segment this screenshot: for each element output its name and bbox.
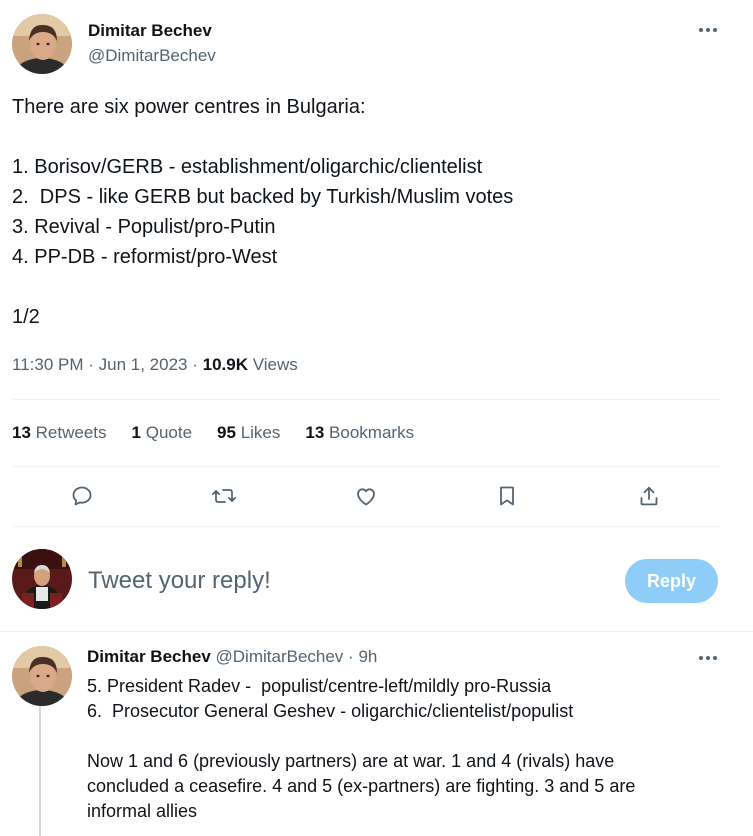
reply-button[interactable] bbox=[62, 476, 102, 516]
reply-separator: · bbox=[348, 647, 354, 666]
reply-icon bbox=[72, 486, 92, 506]
tweet-text-line bbox=[12, 122, 732, 152]
bookmark-button[interactable] bbox=[487, 476, 527, 516]
more-options-button[interactable] bbox=[691, 20, 725, 40]
reply-input[interactable] bbox=[88, 562, 588, 600]
reply-text-line bbox=[87, 724, 727, 749]
like-button[interactable] bbox=[346, 476, 386, 516]
tweet-text-line: 2. DPS - like GERB but backed by Turkish… bbox=[12, 186, 514, 208]
retweet-button[interactable] bbox=[204, 476, 244, 516]
retweets-stat[interactable]: 13 Retweets bbox=[12, 423, 107, 443]
tweet-text-line: There are six power centres in Bulgaria: bbox=[12, 96, 366, 118]
reply-submit-button[interactable]: Reply bbox=[625, 559, 718, 603]
tweet-meta: 11:30 PM · Jun 1, 2023 · 10.9K Views bbox=[12, 355, 298, 374]
tweet-time[interactable]: 11:30 PM bbox=[12, 355, 84, 374]
engagement-stats: 13 Retweets 1 Quote 95 Likes 13 Bookmark… bbox=[12, 423, 414, 443]
tweet-date[interactable]: Jun 1, 2023 bbox=[99, 355, 188, 374]
views-count: 10.9K bbox=[202, 355, 248, 374]
retweet-icon bbox=[211, 489, 237, 503]
more-horizontal-icon bbox=[699, 28, 717, 32]
divider bbox=[12, 526, 720, 527]
reply-text-line: concluded a ceasefire. 4 and 5 (ex-partn… bbox=[87, 776, 636, 796]
like-icon bbox=[357, 488, 375, 506]
divider bbox=[12, 466, 720, 467]
views-label: Views bbox=[252, 355, 298, 374]
reply-text-line: 5. President Radev - populist/centre-lef… bbox=[87, 676, 552, 696]
reply-author-name[interactable]: Dimitar Bechev bbox=[87, 647, 211, 666]
bookmark-icon bbox=[500, 486, 514, 506]
quotes-stat[interactable]: 1 Quote bbox=[132, 423, 193, 443]
reply-text-line: informal allies bbox=[87, 801, 198, 821]
divider bbox=[12, 399, 720, 400]
user-avatar[interactable] bbox=[12, 549, 72, 609]
tweet-text-line: 3. Revival - Populist/pro-Putin bbox=[12, 216, 276, 238]
reply-more-options-button[interactable] bbox=[691, 648, 725, 668]
reply-tweet-text: 5. President Radev - populist/centre-lef… bbox=[87, 674, 727, 824]
share-button[interactable] bbox=[629, 476, 669, 516]
bookmarks-stat[interactable]: 13 Bookmarks bbox=[305, 423, 414, 443]
tweet-text-line: 1/2 bbox=[12, 306, 40, 328]
more-horizontal-icon bbox=[699, 656, 717, 660]
tweet-text-line bbox=[12, 272, 732, 302]
reply-text-line: 6. Prosecutor General Geshev - oligarchi… bbox=[87, 701, 574, 721]
author-avatar[interactable] bbox=[12, 14, 72, 74]
tweet-text-line: 1. Borisov/GERB - establishment/oligarch… bbox=[12, 156, 483, 178]
thread-connector-line bbox=[39, 706, 41, 836]
likes-stat[interactable]: 95 Likes bbox=[217, 423, 280, 443]
tweet-text: There are six power centres in Bulgaria:… bbox=[12, 92, 732, 332]
reply-text-line: Now 1 and 6 (previously partners) are at… bbox=[87, 751, 615, 771]
reply-author-handle[interactable]: @DimitarBechev bbox=[216, 647, 344, 666]
reply-author-avatar[interactable] bbox=[12, 646, 72, 706]
reply-timestamp[interactable]: 9h bbox=[358, 647, 377, 666]
author-handle[interactable]: @DimitarBechev bbox=[88, 46, 216, 66]
tweet-text-line: 4. PP-DB - reformist/pro-West bbox=[12, 246, 278, 268]
divider bbox=[0, 631, 753, 632]
reply-header: Dimitar Bechev @DimitarBechev · 9h bbox=[87, 647, 377, 667]
share-icon bbox=[640, 486, 658, 506]
author-name[interactable]: Dimitar Bechev bbox=[88, 21, 212, 41]
